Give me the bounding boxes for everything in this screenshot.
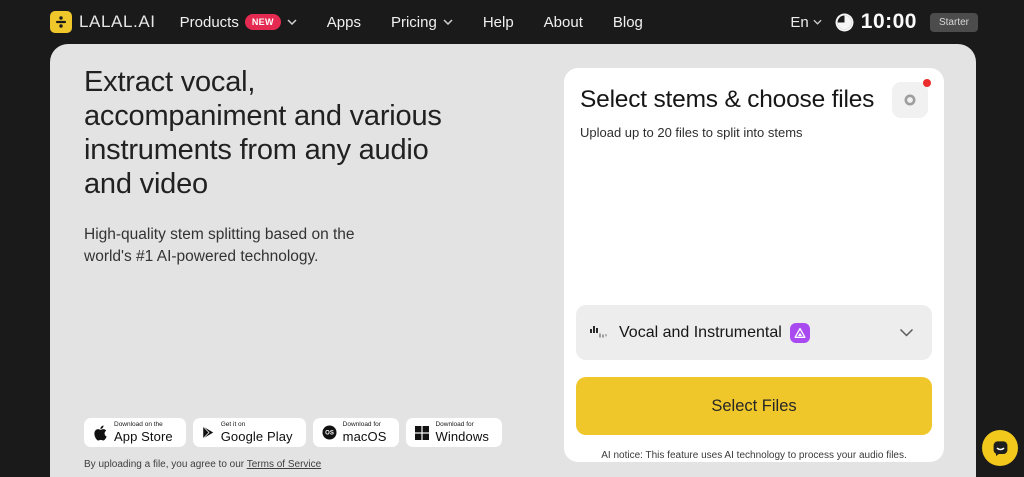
store-button-text: Download on the App Store: [114, 420, 173, 445]
brand-logo[interactable]: LALAL.AI: [50, 11, 156, 33]
language-selector[interactable]: En: [790, 13, 822, 31]
nav-item-apps[interactable]: Apps: [327, 14, 361, 31]
store-top-label: Download for: [435, 420, 474, 428]
ai-notice-text: AI notice: This feature uses AI technolo…: [601, 450, 907, 461]
terms-prefix: By uploading a file, you agree to our: [84, 459, 247, 470]
top-navbar: LALAL.AI Products NEW Apps Pricing Help …: [0, 0, 1024, 44]
upload-card-header: Select stems & choose files: [580, 79, 931, 118]
store-top-label: Get it on: [220, 420, 246, 428]
minutes-counter[interactable]: 10:00: [835, 10, 917, 34]
nav-item-about[interactable]: About: [544, 14, 583, 31]
brand-name: LALAL.AI: [79, 12, 156, 31]
app-store-button[interactable]: Download on the App Store: [84, 418, 186, 447]
stem-type-dropdown[interactable]: Vocal and Instrumental: [576, 305, 932, 360]
windows-icon: [415, 425, 430, 440]
nav-apps-label: Apps: [326, 13, 361, 31]
minutes-left: 10:00: [860, 10, 917, 33]
nav-item-products[interactable]: Products NEW: [180, 14, 297, 31]
upload-card-subtitle: Upload up to 20 files to split into stem…: [580, 125, 803, 140]
store-top-label: Download on the: [114, 420, 163, 428]
chevron-down-icon: [899, 328, 914, 337]
chevron-down-icon: [813, 19, 822, 25]
plan-badge[interactable]: Starter: [929, 12, 978, 32]
new-badge: NEW: [244, 14, 281, 30]
hero-section: Extract vocal, accompaniment and various…: [84, 66, 456, 269]
nav-item-help[interactable]: Help: [483, 14, 514, 31]
store-main-label: macOS: [342, 429, 387, 445]
notification-dot: [923, 79, 931, 87]
apple-icon: [94, 425, 107, 440]
chevron-down-icon: [443, 19, 453, 25]
settings-button[interactable]: [892, 79, 931, 118]
nav-products-label: Products: [179, 13, 239, 31]
chevron-down-icon: [287, 19, 297, 25]
chat-bubble-icon: [993, 440, 1007, 456]
upload-card-title: Select stems & choose files: [580, 86, 875, 113]
navbar-right: En 10:00 Starter: [790, 10, 978, 34]
nav-help-label: Help: [482, 13, 514, 31]
store-main-label: Windows: [435, 429, 489, 445]
nav-item-pricing[interactable]: Pricing: [391, 14, 453, 31]
gear-icon: [904, 94, 916, 106]
terms-of-service-link[interactable]: Terms of Service: [247, 459, 321, 470]
store-main-label: Google Play: [220, 429, 293, 445]
stem-type-value: Vocal and Instrumental: [619, 323, 782, 341]
select-files-button[interactable]: Select Files: [576, 377, 932, 435]
store-main-label: App Store: [114, 429, 173, 445]
ai-model-badge-icon: [789, 322, 810, 343]
store-top-label: Download for: [342, 420, 381, 428]
macos-icon: OS: [322, 425, 337, 440]
google-play-button[interactable]: Get it on Google Play: [192, 418, 306, 447]
nav-about-label: About: [543, 13, 583, 31]
store-button-text: Get it on Google Play: [220, 420, 293, 445]
content-surface: Extract vocal, accompaniment and various…: [50, 44, 976, 477]
page-subtitle: High-quality stem splitting based on the…: [84, 225, 355, 266]
language-label: En: [790, 13, 809, 31]
waveform-icon: [590, 326, 607, 338]
store-button-text: Download for macOS: [342, 420, 387, 445]
nav-blog-label: Blog: [612, 13, 643, 31]
upload-card: Select stems & choose files Upload up to…: [564, 68, 944, 462]
page-title: Extract vocal, accompaniment and various…: [84, 66, 442, 200]
svg-text:OS: OS: [325, 431, 334, 437]
windows-button[interactable]: Download for Windows: [406, 418, 502, 447]
nav-item-blog[interactable]: Blog: [613, 14, 643, 31]
timer-clock-icon: [835, 13, 854, 31]
store-buttons-row: Download on the App Store Get it on Goog…: [84, 418, 502, 447]
store-button-text: Download for Windows: [435, 420, 489, 445]
chat-widget-button[interactable]: [982, 430, 1018, 466]
nav-pricing-label: Pricing: [390, 13, 437, 31]
main-nav: Products NEW Apps Pricing Help About Blo…: [180, 14, 643, 31]
macos-button[interactable]: OS Download for macOS: [312, 418, 400, 447]
google-play-icon: [202, 426, 213, 439]
lalal-logo-icon: [50, 11, 72, 33]
terms-note: By uploading a file, you agree to our Te…: [84, 459, 321, 470]
